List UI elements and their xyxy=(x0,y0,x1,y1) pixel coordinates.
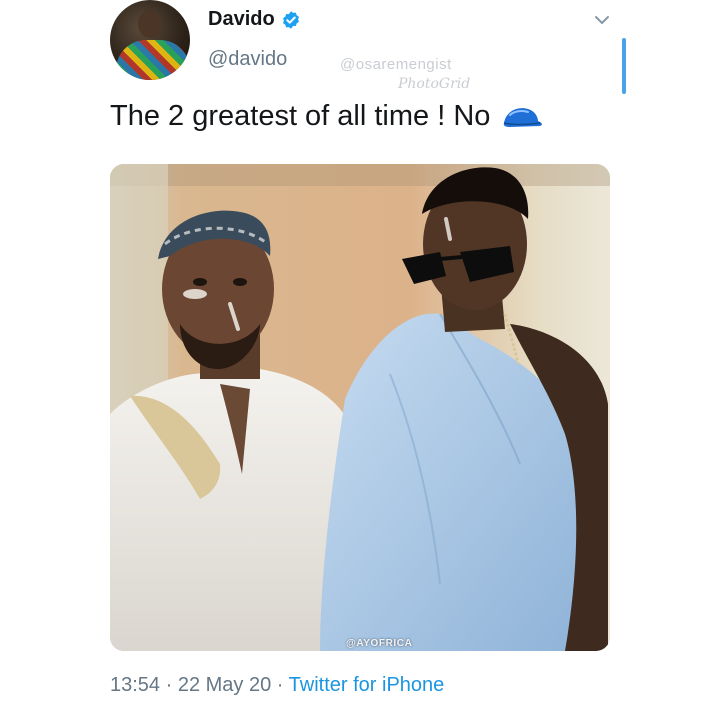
author-display-name[interactable]: Davido xyxy=(208,8,275,31)
media-credit-watermark: @AYOFRICA xyxy=(346,638,413,649)
tweet-time[interactable]: 13:54 xyxy=(110,674,160,696)
tweet-text: The 2 greatest of all time ! No xyxy=(110,100,544,133)
tweet-meta: 13:54 · 22 May 20 · Twitter for iPhone xyxy=(110,674,444,697)
tweet-card: Davido @davido @osaremengist PhotoGrid T… xyxy=(0,0,720,710)
author-handle[interactable]: @davido xyxy=(208,48,287,71)
tweet-date[interactable]: 22 May 20 xyxy=(178,674,271,696)
avatar-shirt xyxy=(116,40,190,80)
tweet-text-body: The 2 greatest of all time ! No xyxy=(110,100,491,132)
verified-badge-icon xyxy=(282,10,299,29)
scrollbar-thumb[interactable] xyxy=(622,38,626,94)
chevron-down-icon[interactable] xyxy=(592,10,612,30)
tweet-media-image[interactable]: @AYOFRICA xyxy=(110,164,610,651)
watermark-username: @osaremengist xyxy=(340,56,452,73)
author-avatar[interactable] xyxy=(110,0,190,80)
photo-two-men xyxy=(110,164,610,651)
meta-separator: · xyxy=(271,674,289,696)
watermark-photogrid: PhotoGrid xyxy=(398,76,471,92)
meta-separator: · xyxy=(160,674,178,696)
author-name-row: Davido xyxy=(208,8,301,31)
blue-cap-icon xyxy=(504,107,543,127)
avatar-head xyxy=(138,10,162,38)
tweet-source-link[interactable]: Twitter for iPhone xyxy=(289,674,445,696)
